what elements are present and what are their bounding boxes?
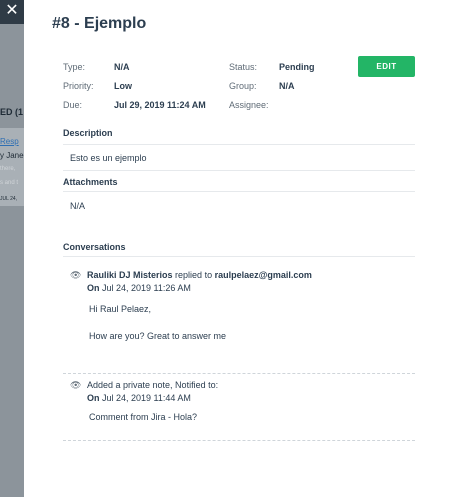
background-text: y Jane: [0, 151, 24, 160]
divider: [63, 191, 415, 192]
eye-icon: 👁: [70, 380, 82, 390]
conversation-date: On Jul 24, 2019 11:26 AM: [87, 283, 191, 293]
edit-button[interactable]: EDIT: [358, 56, 415, 77]
priority-label: Priority:: [63, 81, 94, 91]
conversation-header: Rauliki DJ Misterios replied to raulpela…: [87, 270, 312, 280]
due-label: Due:: [63, 100, 83, 110]
background-date: JUL 24,: [0, 196, 18, 202]
background-link: Resp: [0, 137, 19, 146]
conversation-date: On Jul 24, 2019 11:44 AM: [87, 393, 191, 403]
attachments-text: N/A: [70, 201, 86, 211]
type-value: N/A: [114, 62, 130, 72]
type-label: Type:: [63, 62, 86, 72]
background-text: there,: [0, 166, 16, 172]
divider: [63, 170, 415, 171]
group-label: Group:: [229, 81, 257, 91]
dashed-divider: [63, 440, 415, 441]
close-button[interactable]: ✕: [0, 0, 24, 24]
dashed-divider: [63, 373, 415, 374]
recipient-email: raulpelaez@gmail.com: [214, 270, 312, 280]
conversation-action: replied to: [175, 270, 213, 280]
divider: [63, 256, 415, 257]
group-value: N/A: [279, 81, 295, 91]
priority-value: Low: [114, 81, 132, 91]
ticket-detail-panel: #8 - Ejemplo Type: N/A Priority: Low Due…: [24, 0, 450, 497]
conversations-heading: Conversations: [63, 242, 126, 252]
background-text: ED (1: [0, 107, 24, 117]
message-line: Comment from Jira - Hola?: [89, 412, 198, 422]
message-line: How are you? Great to answer me: [89, 331, 227, 341]
status-label: Status:: [229, 62, 258, 72]
attachments-heading: Attachments: [63, 177, 118, 187]
background-text: s and t: [0, 180, 19, 186]
description-heading: Description: [63, 128, 113, 138]
status-value: Pending: [279, 62, 315, 72]
background-ticket-list: ✕ ED (1 Resp y Jane there, s and t JUL 2…: [0, 0, 24, 497]
ticket-title: #8 - Ejemplo: [52, 15, 147, 32]
eye-icon: 👁: [70, 270, 82, 280]
assignee-label: Assignee:: [229, 100, 269, 110]
divider: [63, 144, 415, 145]
message-line: Hi Raul Pelaez,: [89, 304, 152, 314]
description-text: Esto es un ejemplo: [70, 153, 147, 163]
due-value: Jul 29, 2019 11:24 AM: [114, 100, 206, 110]
conversation-header: Added a private note, Notified to:: [87, 380, 219, 390]
author-name: Rauliki DJ Misterios: [87, 270, 173, 280]
